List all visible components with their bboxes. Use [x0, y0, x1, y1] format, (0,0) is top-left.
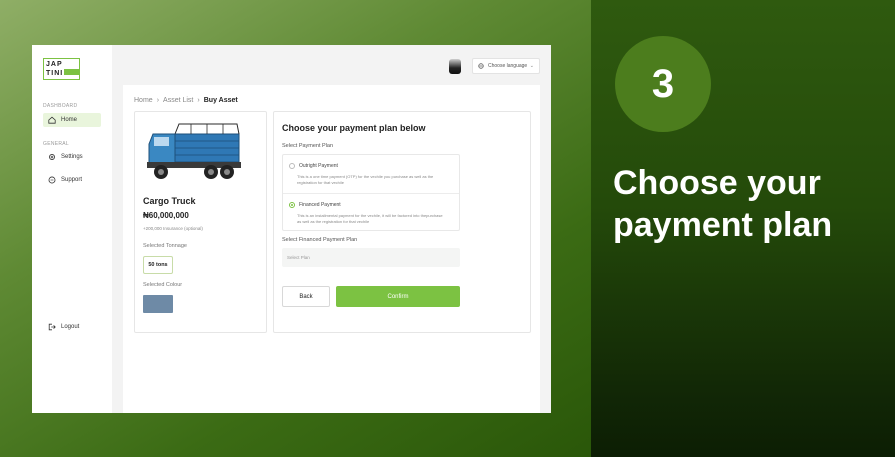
sidebar-item-support[interactable]: Support: [43, 173, 101, 187]
option-outright[interactable]: Outright Payment This is a one time paym…: [289, 163, 457, 186]
app-window: JAP TINI DASHBOARD Home GENERAL Settings…: [32, 45, 551, 413]
globe-icon: [478, 63, 484, 69]
logout-icon: [48, 323, 56, 331]
option-label: Outright Payment: [299, 163, 338, 169]
chat-icon: [48, 176, 56, 184]
sidebar-item-label: Settings: [61, 154, 83, 160]
breadcrumb-asset-list[interactable]: Asset List: [163, 97, 193, 104]
breadcrumb-home[interactable]: Home: [134, 97, 153, 104]
truck-image: [147, 123, 241, 179]
payment-select-label: Select Payment Plan: [282, 143, 334, 149]
asset-name: Cargo Truck: [143, 196, 196, 206]
language-placeholder: Choose language: [488, 63, 528, 69]
step-number-badge: 3: [615, 36, 711, 132]
financed-plan-select[interactable]: Select Plan: [282, 248, 460, 267]
chevron-right-icon: ›: [197, 97, 200, 104]
section-general-label: GENERAL: [43, 141, 69, 147]
financed-plan-placeholder: Select Plan: [287, 255, 310, 260]
logout-button[interactable]: Logout: [43, 320, 101, 334]
language-select[interactable]: Choose language ⌄: [472, 58, 540, 74]
section-dashboard-label: DASHBOARD: [43, 103, 78, 109]
asset-price: ₦60,000,000: [143, 211, 189, 220]
payment-options: Outright Payment This is a one time paym…: [282, 154, 460, 231]
sidebar: JAP TINI DASHBOARD Home GENERAL Settings…: [32, 45, 112, 413]
tonnage-chip[interactable]: 50 tons: [143, 256, 173, 274]
payment-plan-card: Choose your payment plan below Select Pa…: [273, 111, 531, 333]
breadcrumb-current: Buy Asset: [203, 97, 238, 104]
option-description: This is an installmental payment for the…: [297, 213, 443, 224]
colour-label: Selected Colour: [143, 282, 183, 288]
tonnage-label: Selected Tonnage: [143, 243, 187, 249]
main-content: Home › Asset List › Buy Asset Cargo Truc…: [123, 85, 540, 413]
logout-label: Logout: [61, 324, 80, 330]
sidebar-item-label: Home: [61, 117, 78, 123]
avatar[interactable]: [449, 59, 461, 74]
option-description: This is a one time payment (OTP) for the…: [297, 174, 434, 185]
promo-panel: 3 Choose your payment plan: [591, 0, 895, 457]
sidebar-item-label: Support: [61, 177, 83, 183]
logo-line-1: JAP: [46, 61, 63, 68]
back-button[interactable]: Back: [282, 286, 330, 307]
home-icon: [48, 116, 56, 124]
logo-tag: [64, 69, 80, 75]
payment-title: Choose your payment plan below: [282, 123, 426, 133]
breadcrumb: Home › Asset List › Buy Asset: [134, 97, 238, 104]
asset-insurance: +200,000 Insurance (optional): [143, 226, 203, 231]
promo-title: Choose your payment plan: [613, 164, 833, 244]
sidebar-item-home[interactable]: Home: [43, 113, 101, 127]
divider: [283, 193, 459, 194]
gear-icon: [49, 154, 55, 160]
confirm-button[interactable]: Confirm: [336, 286, 460, 307]
topbar: Choose language ⌄: [112, 45, 551, 85]
sidebar-item-settings[interactable]: Settings: [43, 150, 101, 164]
option-financed[interactable]: Financed Payment This is an installmenta…: [289, 202, 457, 225]
logo: JAP TINI: [43, 58, 80, 80]
financed-plan-label: Select Financed Payment Plan: [282, 237, 358, 243]
chevron-down-icon: ⌄: [529, 63, 534, 69]
chevron-right-icon: ›: [156, 97, 160, 104]
option-label: Financed Payment: [299, 202, 341, 208]
radio-outright[interactable]: [289, 163, 295, 169]
radio-financed[interactable]: [289, 202, 295, 208]
colour-swatch[interactable]: [143, 295, 173, 313]
asset-card: Cargo Truck ₦60,000,000 +200,000 Insuran…: [134, 111, 267, 333]
